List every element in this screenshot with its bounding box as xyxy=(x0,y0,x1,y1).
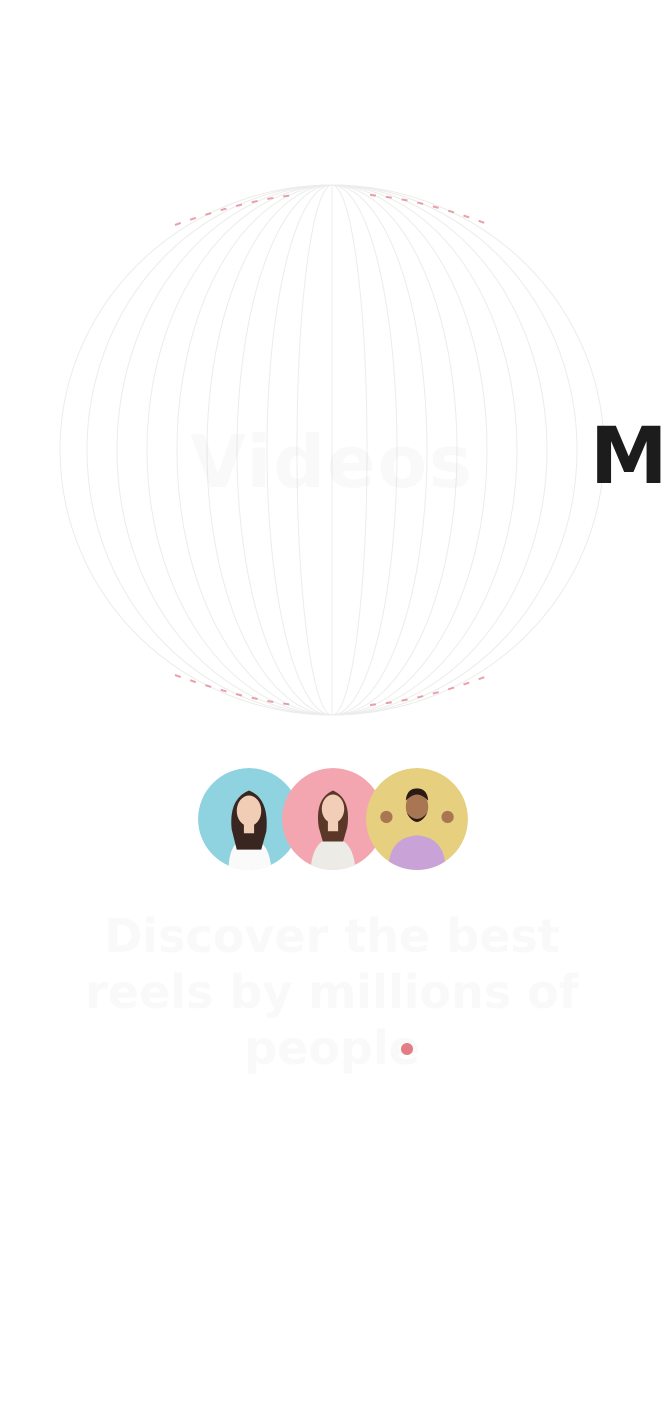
user-avatar xyxy=(366,768,468,870)
splash-screen: Videos M Discover the best reels by mill… xyxy=(0,0,664,1415)
headline-text: Videos xyxy=(190,420,474,504)
accent-dot xyxy=(401,1043,413,1055)
tagline-text: Discover the best reels by millions of p… xyxy=(85,909,579,1075)
avatar-group xyxy=(198,768,470,872)
brand-logo-text: M xyxy=(590,412,664,502)
